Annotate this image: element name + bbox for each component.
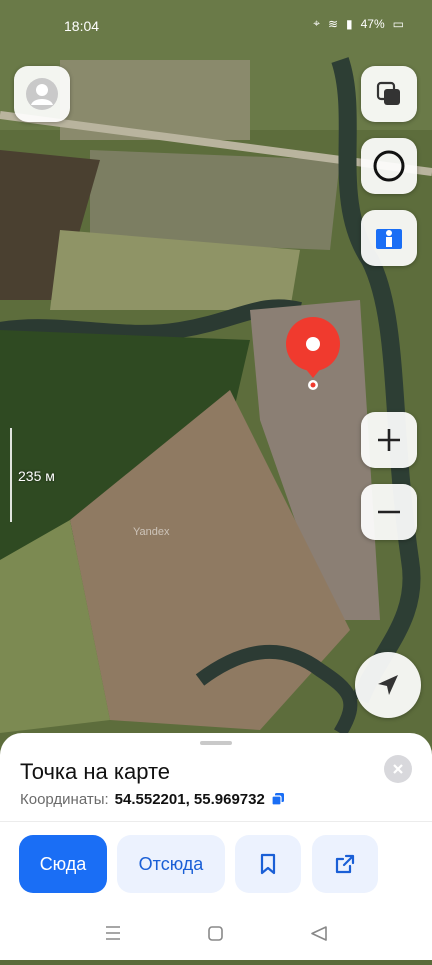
sheet-title: Точка на карте: [20, 759, 171, 784]
map-watermark: Yandex: [133, 526, 170, 538]
close-button[interactable]: [384, 755, 412, 783]
plus-icon: [378, 429, 400, 451]
navigation-arrow-icon: [378, 675, 398, 695]
alice-icon: [373, 150, 405, 182]
system-nav-bar: [0, 900, 432, 960]
layers-icon: [376, 81, 400, 105]
map-guide-icon: [376, 229, 402, 249]
status-icons: ⌖ ≋ ▮ 47% ▭: [313, 16, 404, 31]
bookmark-icon: [260, 853, 276, 875]
share-button[interactable]: [312, 835, 378, 893]
battery-icon: ▭: [392, 16, 404, 31]
route-from-label: Отсюда: [138, 853, 204, 874]
back-icon[interactable]: [311, 926, 327, 941]
sheet-grabber[interactable]: [200, 741, 232, 745]
route-from-button[interactable]: Отсюда: [117, 835, 225, 893]
status-time: 18:04: [64, 18, 100, 34]
route-to-button[interactable]: Сюда: [19, 835, 107, 893]
signal-icon: ▮: [346, 16, 353, 31]
wifi-icon: ≋: [327, 16, 339, 31]
avatar-icon: [26, 78, 58, 110]
coordinates-label: Координаты:: [20, 791, 109, 808]
coordinates-row: Координаты: 54.552201, 55.969732: [20, 791, 285, 810]
location-icon: ⌖: [313, 16, 320, 30]
zoom-out-button[interactable]: [361, 484, 417, 540]
menu-icon[interactable]: [106, 926, 120, 940]
bookmark-button[interactable]: [235, 835, 301, 893]
status-bar: 18:04 ⌖ ≋ ▮ 47% ▭: [0, 0, 432, 44]
share-icon: [335, 854, 355, 874]
minus-icon: [378, 510, 400, 514]
close-icon: [393, 764, 403, 774]
scale-label: 235 м: [18, 468, 55, 484]
home-icon[interactable]: [208, 926, 223, 941]
profile-button[interactable]: [14, 66, 70, 122]
layers-button[interactable]: [361, 66, 417, 122]
coordinates-value[interactable]: 54.552201, 55.969732: [115, 791, 265, 808]
copy-icon[interactable]: [271, 792, 285, 810]
zoom-in-button[interactable]: [361, 412, 417, 468]
battery-percent: 47%: [360, 16, 385, 31]
route-to-label: Сюда: [39, 853, 87, 874]
guides-button[interactable]: [361, 210, 417, 266]
sheet-divider: [0, 821, 432, 822]
assistant-button[interactable]: [361, 138, 417, 194]
map-scale: 235 м: [10, 428, 55, 522]
my-location-button[interactable]: [355, 652, 421, 718]
